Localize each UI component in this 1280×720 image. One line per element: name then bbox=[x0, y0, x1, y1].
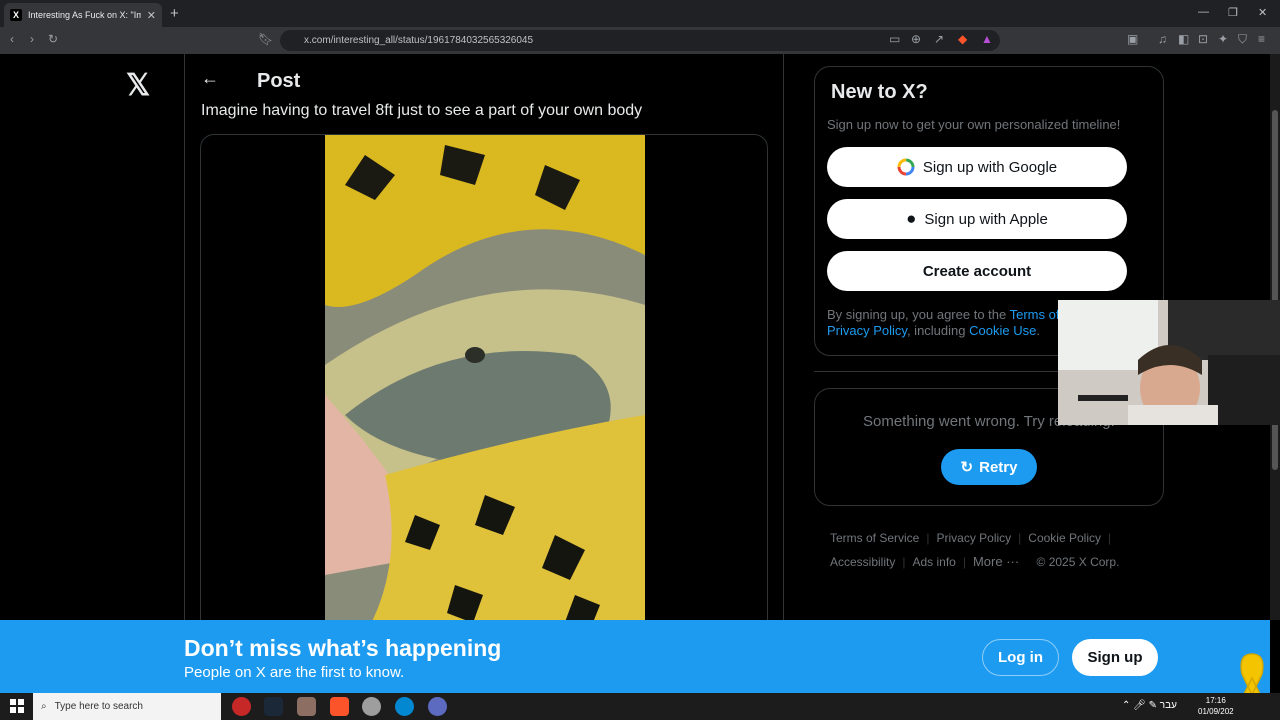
post-text: Imagine having to travel 8ft just to see… bbox=[201, 102, 643, 119]
share-icon[interactable]: ↗ bbox=[934, 32, 944, 46]
footer-terms-link[interactable]: Terms of Service bbox=[830, 531, 919, 545]
post-media[interactable] bbox=[200, 134, 768, 620]
brave-icon[interactable] bbox=[330, 697, 349, 716]
browser-tab-bar: X Interesting As Fuck on X: "Imag ✕ + — … bbox=[0, 0, 1280, 27]
snake-video-image bbox=[325, 135, 645, 620]
new-tab-icon[interactable]: + bbox=[170, 5, 179, 22]
leo-icon[interactable]: ✦ bbox=[1218, 32, 1228, 46]
footer-cookie-link[interactable]: Cookie Policy bbox=[1028, 531, 1101, 545]
cast-icon[interactable]: ▭ bbox=[889, 32, 900, 46]
system-tray[interactable]: ⌃ 🎤︎ ✎ עבר bbox=[1122, 700, 1177, 711]
clock-date: 01/09/202 bbox=[1198, 707, 1234, 716]
footer-separator: | bbox=[1108, 531, 1112, 545]
retry-label: Retry bbox=[979, 458, 1018, 476]
privacy-link[interactable]: Privacy Policy bbox=[827, 323, 907, 338]
brave-rewards-icon[interactable]: ▲ bbox=[981, 32, 993, 46]
refresh-icon: ↻ bbox=[960, 459, 974, 476]
signup-apple-label: Sign up with Apple bbox=[924, 210, 1048, 228]
windows-taskbar: ⌕ Type here to search ⌃ 🎤︎ ✎ עבר 17:16 0… bbox=[0, 693, 1280, 720]
signup-google-label: Sign up with Google bbox=[922, 158, 1058, 176]
webcam-overlay-image bbox=[1058, 300, 1280, 425]
footer-ads-link[interactable]: Ads info bbox=[912, 555, 955, 569]
windows-start-icon[interactable] bbox=[10, 699, 24, 713]
banner-subtitle: People on X are the first to know. bbox=[184, 664, 405, 681]
media-icon[interactable]: ♫ bbox=[1158, 32, 1167, 46]
back-arrow-icon[interactable]: ← bbox=[201, 68, 219, 89]
create-account-label: Create account bbox=[922, 262, 1032, 280]
legal-mid: , including bbox=[906, 323, 970, 338]
footer-separator bbox=[1019, 555, 1036, 569]
footer-accessibility-link[interactable]: Accessibility bbox=[830, 555, 895, 569]
brave-shield-icon[interactable]: ◆ bbox=[958, 32, 967, 46]
footer-separator: | bbox=[1018, 531, 1022, 545]
taskbar-app-icon[interactable] bbox=[362, 697, 381, 716]
taskbar-app-icon[interactable] bbox=[297, 697, 316, 716]
vpn-icon[interactable]: ⛉ bbox=[1238, 32, 1247, 47]
retry-button[interactable]: ↻ Retry bbox=[941, 449, 1037, 485]
x-favicon-icon: X bbox=[10, 9, 22, 21]
signup-google-button[interactable]: Sign up with Google bbox=[827, 147, 1127, 187]
footer-separator: | bbox=[962, 555, 966, 569]
search-icon: ⌕ bbox=[41, 701, 47, 712]
taskbar-search-placeholder: Type here to search bbox=[54, 701, 143, 712]
footer-privacy-link[interactable]: Privacy Policy bbox=[936, 531, 1011, 545]
google-icon bbox=[897, 158, 915, 176]
create-account-button[interactable]: Create account bbox=[827, 251, 1127, 291]
steam-icon[interactable] bbox=[264, 697, 283, 716]
legal-prefix: By signing up, you agree to the bbox=[827, 307, 1010, 322]
downloads-icon[interactable]: ⊡ bbox=[1198, 32, 1208, 46]
back-nav-icon[interactable]: ‹ bbox=[10, 32, 14, 46]
page-title: Post bbox=[257, 70, 301, 92]
minimize-icon[interactable]: — bbox=[1198, 6, 1209, 18]
column-divider bbox=[184, 54, 185, 620]
signup-apple-button[interactable]: ● Sign up with Apple bbox=[827, 199, 1127, 239]
footer-separator: | bbox=[902, 555, 906, 569]
cookie-link[interactable]: Cookie Use bbox=[969, 323, 1036, 338]
forward-nav-icon[interactable]: › bbox=[30, 32, 34, 46]
taskbar-app-icon[interactable] bbox=[395, 697, 414, 716]
banner-title: Don’t miss what’s happening bbox=[184, 635, 502, 661]
footer-more-link[interactable]: More ··· bbox=[973, 554, 1019, 569]
login-banner: Don’t miss what’s happening People on X … bbox=[0, 620, 1270, 693]
browser-tab[interactable]: X Interesting As Fuck on X: "Imag ✕ bbox=[4, 3, 162, 27]
signup-title: New to X? bbox=[831, 81, 928, 103]
login-button[interactable]: Log in bbox=[982, 639, 1059, 676]
tab-title: Interesting As Fuck on X: "Imag bbox=[28, 10, 141, 20]
legal-end: . bbox=[1036, 323, 1040, 338]
url-text: x.com/interesting_all/status/19617840325… bbox=[304, 35, 534, 46]
zoom-icon[interactable]: ⊕ bbox=[911, 32, 921, 46]
taskbar-app-icon[interactable] bbox=[232, 697, 251, 716]
clock-time: 17:16 bbox=[1205, 696, 1226, 705]
taskbar-search[interactable]: ⌕ Type here to search bbox=[33, 693, 221, 720]
x-logo-icon[interactable]: 𝕏 bbox=[126, 68, 150, 103]
footer-copyright: © 2025 X Corp. bbox=[1036, 555, 1120, 569]
signup-button[interactable]: Sign up bbox=[1072, 639, 1158, 676]
terms-link[interactable]: Terms of bbox=[1010, 307, 1060, 322]
language-indicator[interactable]: עבר bbox=[1160, 700, 1177, 711]
column-divider bbox=[783, 54, 784, 620]
signup-subtitle: Sign up now to get your own personalized… bbox=[827, 117, 1121, 132]
footer-links: Terms of Service | Privacy Policy | Cookie P… bbox=[830, 526, 1160, 574]
reload-icon[interactable]: ↻ bbox=[48, 32, 58, 46]
menu-icon[interactable]: ≡ bbox=[1258, 32, 1265, 46]
wallet-icon[interactable]: ▣ bbox=[1127, 32, 1138, 46]
discord-icon[interactable] bbox=[428, 697, 447, 716]
restore-icon[interactable]: ❐ bbox=[1228, 6, 1238, 19]
window-close-icon[interactable]: ✕ bbox=[1258, 6, 1267, 19]
bookmark-icon[interactable]: 🔖︎ bbox=[258, 32, 273, 46]
apple-icon: ● bbox=[906, 209, 917, 228]
close-tab-icon[interactable]: ✕ bbox=[147, 9, 156, 22]
footer-separator: | bbox=[926, 531, 930, 545]
legal-text: By signing up, you agree to the Terms of… bbox=[827, 307, 1067, 339]
sidebar-icon[interactable]: ◧ bbox=[1178, 32, 1189, 46]
browser-toolbar: ‹ › ↻ 🔖︎ x.com/interesting_all/status/19… bbox=[0, 27, 1280, 54]
taskbar-clock[interactable]: 17:16 01/09/202 bbox=[1198, 695, 1234, 717]
